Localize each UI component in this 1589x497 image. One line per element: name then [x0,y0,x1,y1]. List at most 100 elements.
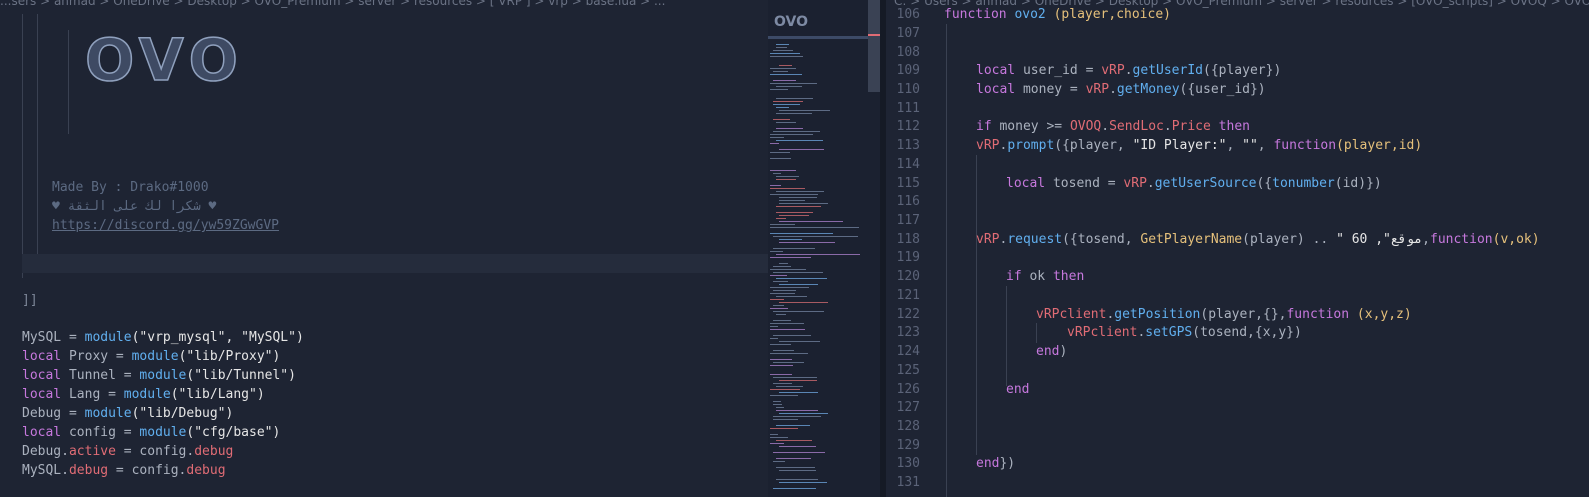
minimap-code-line [773,101,803,102]
minimap-code-line [770,185,781,186]
minimap-code-line [773,173,781,174]
vertical-scrollbar[interactable] [868,0,880,497]
line-number: 120 [896,269,920,284]
minimap-code-line [779,242,835,243]
minimap-code-line [776,122,796,123]
code-line[interactable]: local Lang = module("lib/Lang") [22,385,265,404]
minimap-code-line [779,65,792,66]
code-line[interactable]: end}) [976,454,1015,473]
code-line[interactable]: vRP.prompt({player, "ID Player:", "", fu… [976,136,1422,155]
minimap-code-line [776,314,786,315]
minimap-code-line [770,275,787,276]
minimap-code-line [779,239,802,240]
line-number: 115 [896,176,920,191]
current-line-highlight [22,254,768,273]
minimap-code-line [770,287,809,288]
code-line[interactable]: local money = vRP.getMoney({user_id}) [976,80,1266,99]
minimap-code-line [770,374,792,375]
code-line[interactable]: if ok then [1006,267,1084,286]
line-number: 124 [896,344,920,359]
minimap-code-line [773,452,825,453]
minimap-code-line [779,203,828,204]
minimap-code-line [770,56,803,57]
code-line[interactable]: if money >= OVOQ.SendLoc.Price then [976,117,1250,136]
code-line[interactable]: local Proxy = module("lib/Proxy") [22,347,280,366]
minimap-banner: OVO [774,14,809,30]
left-editor[interactable]: ...sers > ahmad > OneDrive > Desktop > O… [0,0,768,497]
minimap-code-line [776,212,813,213]
code-line[interactable]: Debug.active = config.debug [22,442,233,461]
code-line[interactable]: local tosend = vRP.getUserSource({tonumb… [1006,174,1382,193]
code-line[interactable]: MySQL.debug = config.debug [22,461,226,480]
code-line[interactable]: local Tunnel = module("lib/Tunnel") [22,366,296,385]
breadcrumb[interactable]: ...sers > ahmad > OneDrive > Desktop > O… [0,0,665,8]
minimap-code-line [776,425,810,426]
minimap-code-line [779,149,824,150]
minimap-code-line [776,440,812,441]
minimap-code-line [770,74,802,75]
code-line[interactable]: Debug = module("lib/Debug") [22,404,233,423]
line-number: 122 [896,307,920,322]
minimap-code-line [779,302,828,303]
minimap-code-line [770,134,813,135]
minimap-code-line [770,269,806,270]
comment-thanks: ♥ شكرا لك على الثقة ♥ [52,199,217,214]
minimap-code-line [773,320,791,321]
minimap-code-line [773,416,821,417]
minimap-code-line [779,380,817,381]
minimap[interactable]: OVO [768,0,868,497]
minimap-code-line [776,47,787,48]
code-line[interactable]: vRPclient.getPosition(player,{},function… [1036,305,1412,324]
minimap-code-line [779,284,818,285]
code-line[interactable]: local config = module("cfg/base") [22,423,280,442]
minimap-code-line [776,467,815,468]
code-line[interactable]: function ovo2 (player,choice) [944,5,1171,24]
minimap-code-line [770,53,800,54]
minimap-code-line [773,350,794,351]
scrollbar-thumb[interactable] [868,0,880,92]
code-line[interactable]: vRP.request({tosend, GetPlayerName(playe… [976,230,1540,249]
minimap-viewport[interactable] [768,36,868,39]
minimap-code-line [770,89,788,90]
minimap-code-line [770,395,798,396]
discord-link[interactable]: https://discord.gg/yw59ZGwGVP [52,218,279,233]
minimap-code-line [770,344,791,345]
scrollbar-marker [868,34,880,36]
minimap-code-line [770,68,796,69]
indent-guide [946,24,947,497]
code-line[interactable]: MySQL = module("vrp_mysql", "MySQL") [22,328,304,347]
comment-author: Made By : Drako#1000 [52,180,209,195]
minimap-code-line [773,50,793,51]
minimap-code-line [773,104,800,105]
minimap-code-line [776,254,860,255]
code-line[interactable]: vRPclient.setGPS(tosend,{x,y}) [1067,323,1302,342]
minimap-code-line [773,305,784,306]
line-number: 127 [896,400,920,415]
minimap-code-line [776,296,807,297]
minimap-code-line [779,263,788,264]
minimap-code-line [779,341,820,342]
minimap-code-line [773,383,792,384]
minimap-code-line [770,224,795,225]
indent-guide [22,14,23,278]
minimap-code-line [773,362,804,363]
minimap-code-line [779,392,818,393]
line-number: 130 [896,456,920,471]
minimap-code-line [776,458,811,459]
line-number: 109 [896,63,920,78]
minimap-code-line [776,176,799,177]
comment-link[interactable]: https://discord.gg/yw59ZGwGVP [52,216,279,235]
block-comment-end: ]] [22,293,38,308]
minimap-code-line [776,218,786,219]
minimap-code-line [770,326,778,327]
minimap-code-line [770,338,778,339]
minimap-code-line [770,143,779,144]
minimap-code-line [776,278,827,279]
minimap-code-line [776,107,789,108]
code-line[interactable]: local user_id = vRP.getUserId({player}) [976,61,1281,80]
minimap-code-line [773,236,858,237]
right-editor[interactable]: C: > Users > ahmad > OneDrive > Desktop … [886,0,1589,497]
line-number: 110 [896,82,920,97]
code-line[interactable]: end [1006,380,1029,399]
code-line[interactable]: end) [1036,342,1067,361]
